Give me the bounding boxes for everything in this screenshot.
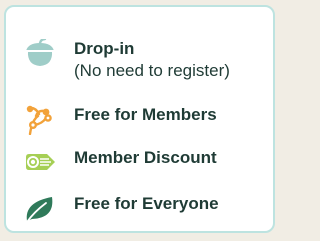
- discount-tag-icon: [22, 148, 58, 178]
- legend-item-drop-in: Drop-in (No need to register): [22, 39, 230, 80]
- legend-item-free-for-members: Free for Members: [22, 105, 217, 135]
- legend-card: Drop-in (No need to register) Free for M…: [4, 5, 275, 233]
- legend-note-drop-in: (No need to register): [74, 60, 230, 80]
- legend-label-free-for-everyone: Free for Everyone: [74, 194, 219, 213]
- leaf-icon: [22, 194, 58, 224]
- legend-label-free-for-members: Free for Members: [74, 105, 217, 124]
- legend-item-member-discount: Member Discount: [22, 148, 217, 178]
- acorn-icon: [22, 39, 58, 69]
- legend-item-free-for-everyone: Free for Everyone: [22, 194, 219, 224]
- legend-label-member-discount: Member Discount: [74, 148, 217, 167]
- legend-label-drop-in: Drop-in: [74, 39, 135, 58]
- flower-bloom-icon: [22, 105, 58, 135]
